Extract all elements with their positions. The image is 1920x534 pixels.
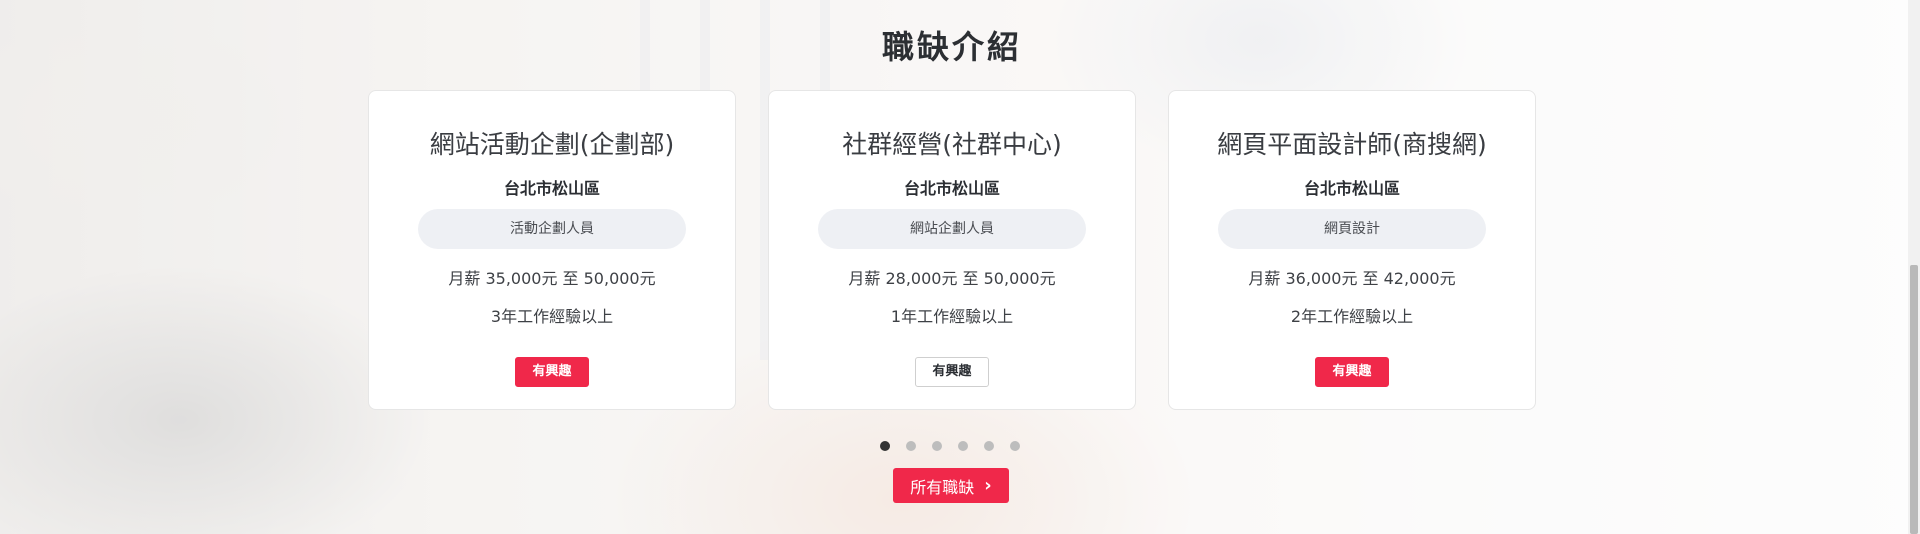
job-title: 網站活動企劃(企劃部)	[429, 130, 675, 159]
chevron-right-icon: ›	[984, 474, 992, 496]
job-experience: 3年工作經驗以上	[490, 307, 614, 326]
interested-button[interactable]: 有興趣	[915, 357, 989, 387]
carousel-dot[interactable]	[958, 441, 968, 451]
job-salary: 月薪 36,000元 至 42,000元	[1248, 269, 1456, 288]
job-location: 台北市松山區	[1303, 179, 1400, 198]
all-jobs-label: 所有職缺	[910, 477, 975, 497]
job-salary: 月薪 28,000元 至 50,000元	[848, 269, 1056, 288]
carousel-dot[interactable]	[932, 441, 942, 451]
carousel-dot[interactable]	[984, 441, 994, 451]
all-jobs-button[interactable]: 所有職缺 ›	[893, 468, 1009, 503]
job-location: 台北市松山區	[503, 179, 600, 198]
job-experience: 2年工作經驗以上	[1290, 307, 1414, 326]
job-card[interactable]: 網頁平面設計師(商搜網) 台北市松山區 網頁設計 月薪 36,000元 至 42…	[1168, 90, 1536, 410]
job-salary: 月薪 35,000元 至 50,000元	[448, 269, 656, 288]
job-card-carousel: 網站活動企劃(企劃部) 台北市松山區 活動企劃人員 月薪 35,000元 至 5…	[368, 90, 1536, 410]
carousel-pagination	[880, 441, 1020, 451]
job-card[interactable]: 網站活動企劃(企劃部) 台北市松山區 活動企劃人員 月薪 35,000元 至 5…	[368, 90, 736, 410]
job-category-tag: 網站企劃人員	[818, 209, 1086, 249]
job-location: 台北市松山區	[903, 179, 1000, 198]
job-title: 網頁平面設計師(商搜網)	[1217, 130, 1487, 159]
section-title: 職缺介紹	[881, 28, 1022, 66]
job-title: 社群經營(社群中心)	[842, 130, 1062, 159]
carousel-dot[interactable]	[880, 441, 890, 451]
job-card[interactable]: 社群經營(社群中心) 台北市松山區 網站企劃人員 月薪 28,000元 至 50…	[768, 90, 1136, 410]
interested-button[interactable]: 有興趣	[1315, 357, 1389, 387]
carousel-dot[interactable]	[906, 441, 916, 451]
job-experience: 1年工作經驗以上	[890, 307, 1014, 326]
job-category-tag: 活動企劃人員	[418, 209, 686, 249]
page-scrollbar[interactable]	[1908, 0, 1920, 534]
scrollbar-thumb[interactable]	[1910, 265, 1918, 534]
job-category-tag: 網頁設計	[1218, 209, 1486, 249]
interested-button[interactable]: 有興趣	[515, 357, 589, 387]
carousel-dot[interactable]	[1010, 441, 1020, 451]
